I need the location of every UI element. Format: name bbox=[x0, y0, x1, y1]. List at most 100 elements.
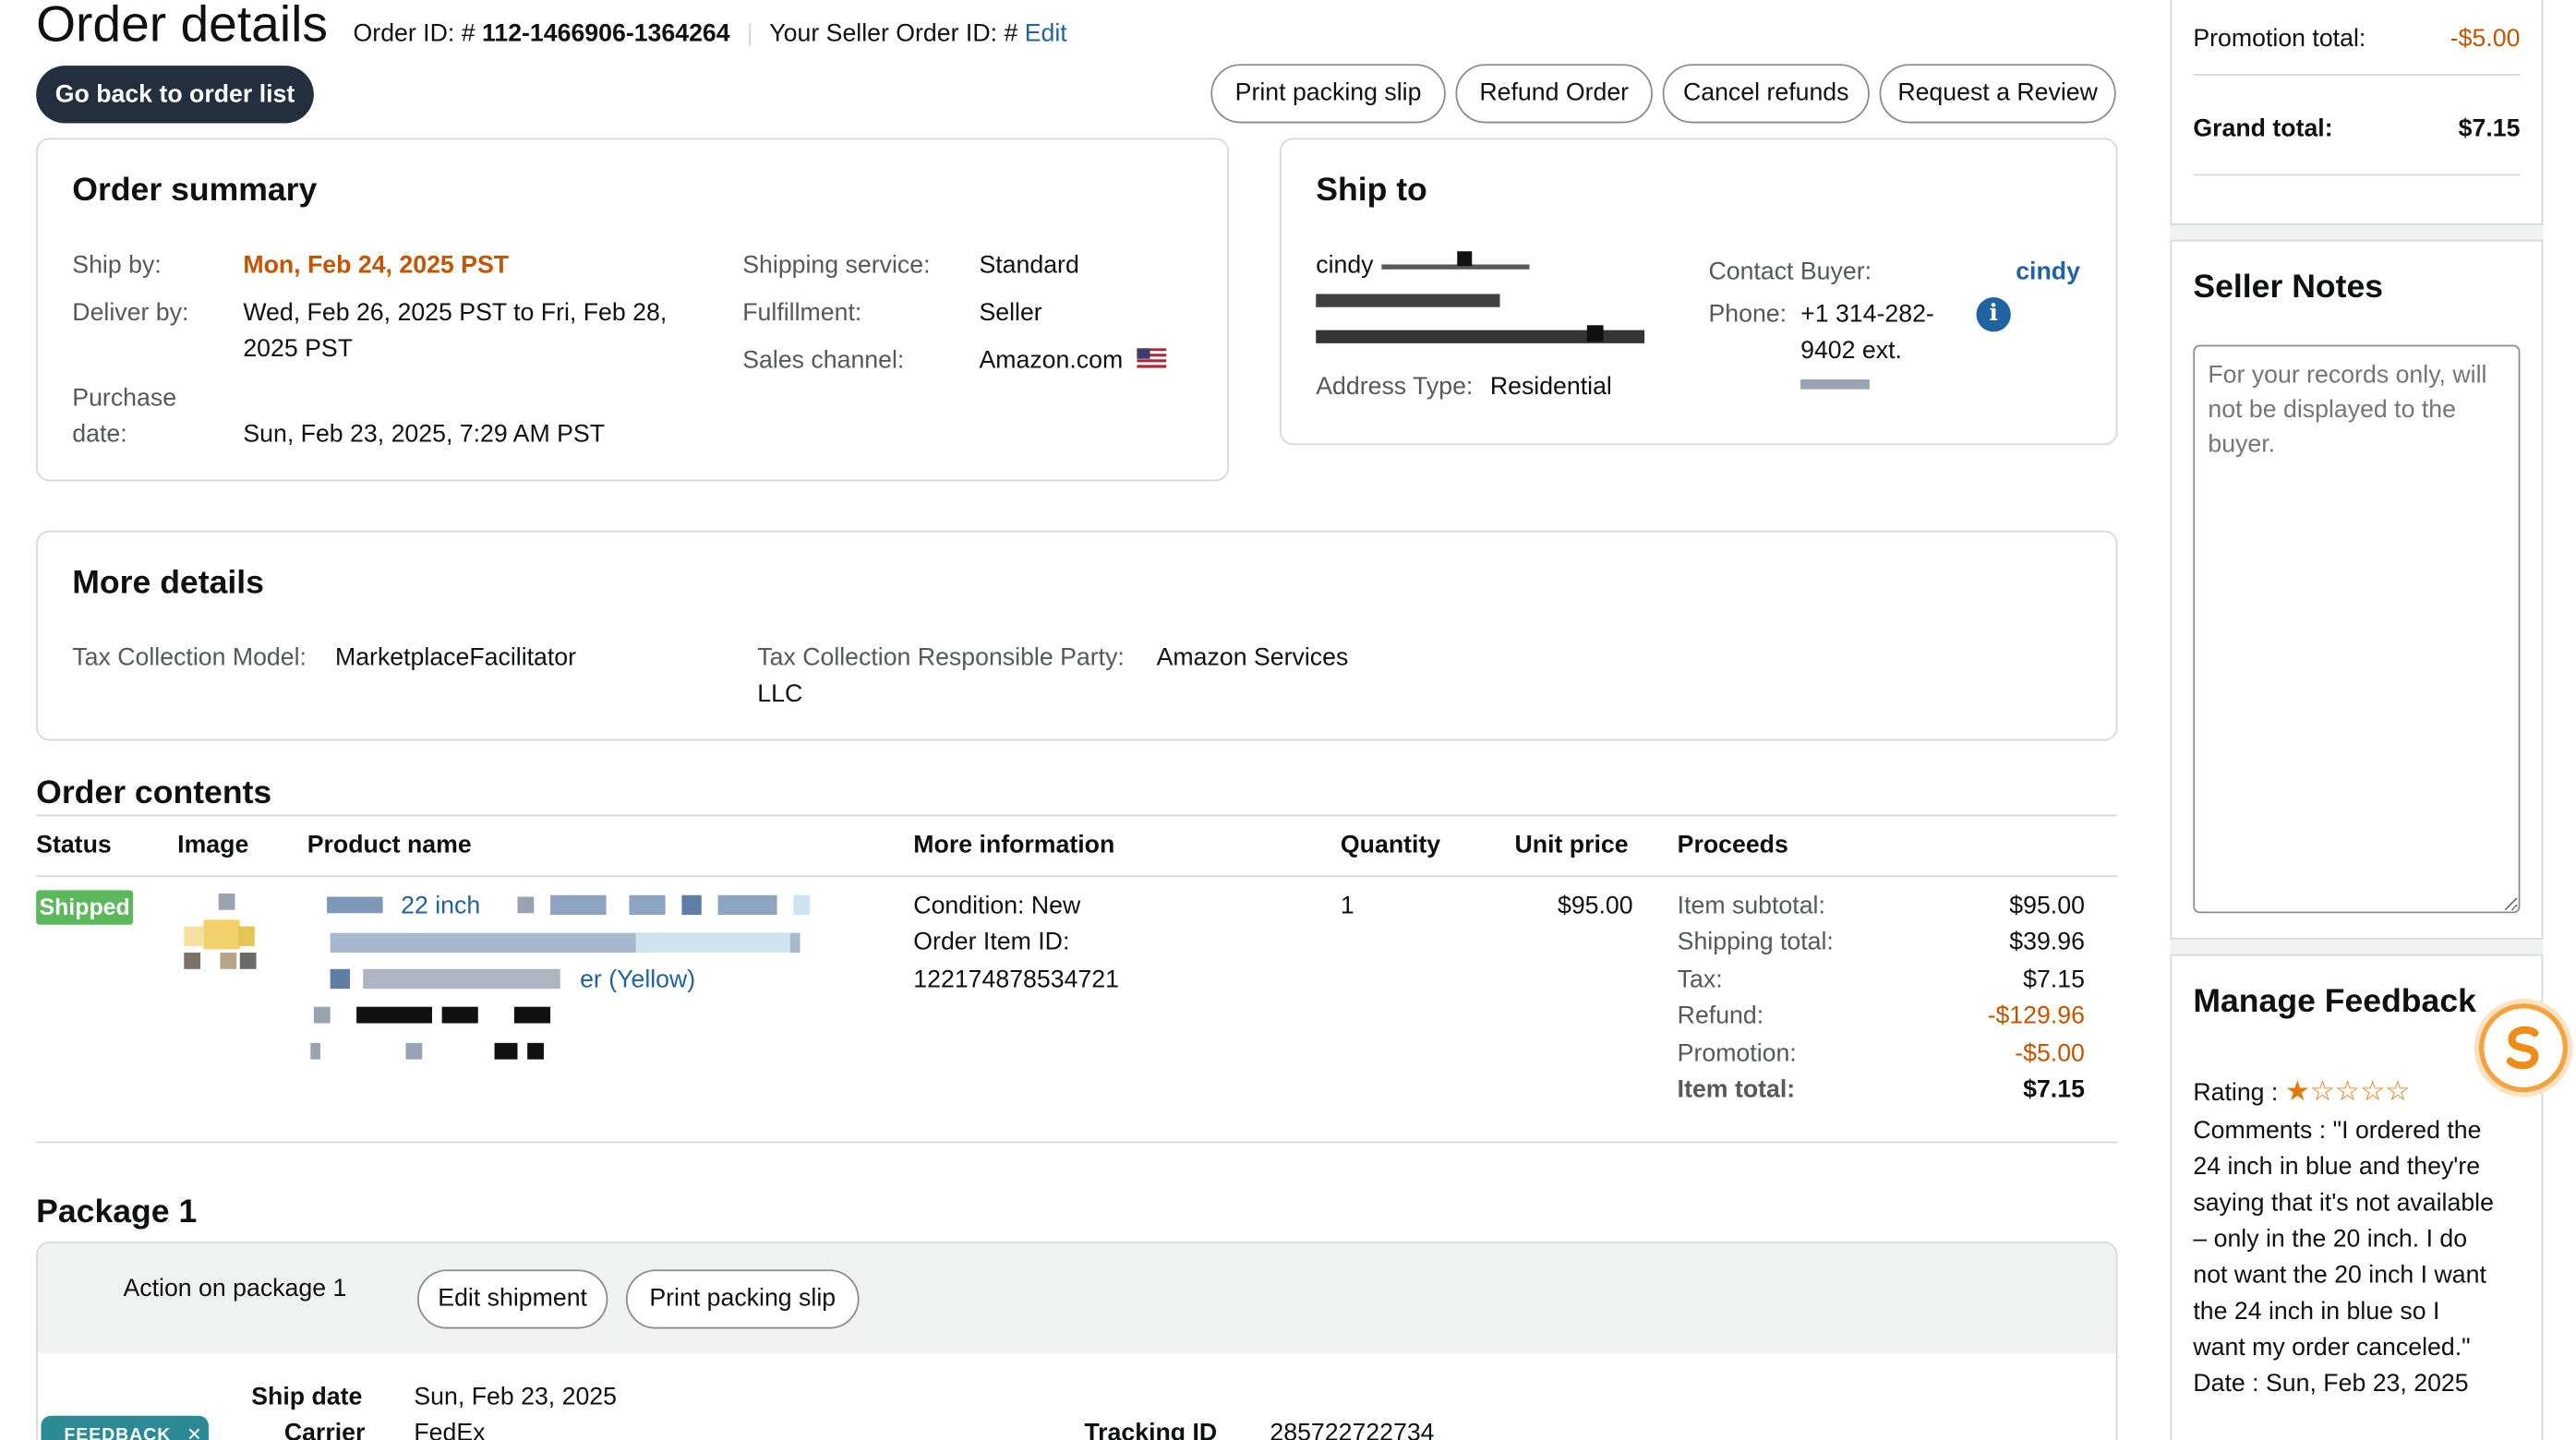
ship-date-value: Sun, Feb 23, 2025 bbox=[414, 1383, 618, 1411]
tax-party-value-1: Amazon Services bbox=[1156, 643, 1349, 672]
order-item-id: 122174878534721 bbox=[913, 966, 1119, 994]
carrier-value: FedEx bbox=[414, 1419, 486, 1440]
cancel-refunds-button[interactable]: Cancel refunds bbox=[1662, 64, 1870, 124]
contact-buyer-link[interactable]: cindy bbox=[2016, 255, 2080, 291]
package-print-slip-button[interactable]: Print packing slip bbox=[625, 1269, 860, 1329]
grand-total-label: Grand total: bbox=[2193, 114, 2333, 143]
seller-order-label: Your Seller Order ID: # bbox=[769, 19, 1018, 48]
contact-buyer-label: Contact Buyer: bbox=[1708, 258, 1872, 286]
go-back-button[interactable]: Go back to order list bbox=[36, 66, 314, 124]
proceeds-value: -$5.00 bbox=[2015, 1039, 2085, 1068]
deliver-by-value-2: 2025 PST bbox=[243, 334, 354, 364]
ship-date-label: Ship date bbox=[251, 1383, 363, 1411]
divider bbox=[36, 875, 2118, 878]
rating-label: Rating : bbox=[2193, 1079, 2279, 1108]
feedback-tab[interactable]: FEEDBACK ✕ bbox=[41, 1415, 209, 1440]
comment-line: saying that it's not available bbox=[2193, 1189, 2494, 1218]
us-flag-icon bbox=[1137, 348, 1167, 368]
comment-line: Comments : "I ordered the bbox=[2193, 1116, 2482, 1146]
col-more-information: More information bbox=[913, 831, 1115, 859]
condition-text: Condition: New bbox=[913, 892, 1081, 920]
col-proceeds: Proceeds bbox=[1677, 831, 1788, 859]
redacted-street bbox=[1316, 294, 1500, 307]
order-id-line: Order ID: # 112-1466906-1364264 | Your S… bbox=[354, 17, 1067, 53]
product-image[interactable] bbox=[181, 890, 259, 972]
divider bbox=[36, 1141, 2118, 1144]
purchase-date-label-1: Purchase bbox=[72, 384, 177, 413]
info-icon[interactable]: i bbox=[1976, 297, 2011, 332]
order-item-label: Order Item ID: bbox=[913, 928, 1070, 956]
redacted-phone-ext bbox=[1800, 379, 1870, 390]
ship-to-name: cindy bbox=[1316, 251, 1374, 280]
col-unit-price: Unit price bbox=[1514, 831, 1629, 859]
order-summary-heading: Order summary bbox=[72, 172, 318, 209]
promotion-total-label: Promotion total: bbox=[2193, 24, 2366, 53]
manage-feedback-heading: Manage Feedback bbox=[2193, 983, 2476, 1020]
promotion-total-value: -$5.00 bbox=[2450, 24, 2521, 53]
comment-line: want my order canceled." bbox=[2193, 1333, 2471, 1362]
ship-to-heading: Ship to bbox=[1316, 172, 1427, 209]
product-name-visible-2: er (Yellow) bbox=[580, 966, 696, 994]
feedback-date: Date : Sun, Feb 23, 2025 bbox=[2193, 1369, 2469, 1398]
rating-row: Rating : ★☆☆☆☆ bbox=[2193, 1075, 2410, 1111]
star-empty-icon: ☆ bbox=[2335, 1075, 2361, 1108]
feedback-tab-label: FEEDBACK bbox=[64, 1425, 172, 1440]
panel-separator bbox=[2170, 937, 2544, 956]
print-packing-slip-button[interactable]: Print packing slip bbox=[1210, 64, 1446, 124]
carrier-label: Carrier bbox=[283, 1419, 366, 1440]
refund-order-button[interactable]: Refund Order bbox=[1455, 64, 1653, 124]
ship-by-value: Mon, Feb 24, 2025 PST bbox=[243, 251, 510, 280]
ship-by-label: Ship by: bbox=[72, 251, 162, 280]
shipping-service-label: Shipping service: bbox=[742, 251, 931, 280]
tax-model-value: MarketplaceFacilitator bbox=[334, 643, 577, 672]
phone-value-2: 9402 ext. bbox=[1800, 336, 1902, 366]
package-action-bar bbox=[37, 1242, 2116, 1354]
sales-channel-label: Sales channel: bbox=[742, 346, 905, 375]
comment-line: the 24 inch in blue so I bbox=[2193, 1297, 2440, 1326]
col-product-name: Product name bbox=[307, 831, 472, 859]
product-name-visible-1: 22 inch bbox=[401, 892, 481, 920]
edit-seller-order-link[interactable]: Edit bbox=[1025, 19, 1067, 47]
panel-separator bbox=[2170, 222, 2544, 242]
feedback-comments: Comments : "I ordered the 24 inch in blu… bbox=[2193, 1113, 2530, 1402]
close-icon[interactable]: ✕ bbox=[187, 1425, 202, 1440]
unit-price-value: $95.00 bbox=[1557, 892, 1633, 920]
fulfillment-label: Fulfillment: bbox=[742, 298, 862, 328]
comment-line: not want the 20 inch I want bbox=[2193, 1261, 2486, 1290]
proceeds-label: Item subtotal: bbox=[1677, 892, 1825, 920]
seller-notes-textarea[interactable] bbox=[2193, 344, 2521, 914]
purchase-date-value: Sun, Feb 23, 2025, 7:29 AM PST bbox=[243, 420, 606, 449]
quantity-value: 1 bbox=[1340, 892, 1354, 920]
phone-value-1: +1 314-282- bbox=[1800, 300, 1934, 329]
tracking-id-label: Tracking ID bbox=[1084, 1419, 1218, 1440]
proceeds-value: $7.15 bbox=[2023, 1075, 2085, 1104]
star-filled-icon: ★ bbox=[2284, 1075, 2310, 1108]
rating-stars: ★☆☆☆☆ bbox=[2285, 1075, 2411, 1107]
proceeds-label: Promotion: bbox=[1677, 1039, 1797, 1068]
divider bbox=[2193, 74, 2521, 76]
redacted-square bbox=[1457, 251, 1473, 267]
proceeds-label: Tax: bbox=[1677, 966, 1723, 994]
col-quantity: Quantity bbox=[1340, 831, 1441, 859]
divider: | bbox=[746, 19, 753, 48]
order-summary-card: Order summary Ship by: Mon, Feb 24, 2025… bbox=[36, 138, 1229, 482]
tax-model-label: Tax Collection Model: bbox=[72, 643, 307, 672]
order-id-value: 112-1466906-1364264 bbox=[481, 19, 730, 48]
divider bbox=[36, 814, 2118, 817]
phone-label: Phone: bbox=[1708, 300, 1788, 329]
star-empty-icon: ☆ bbox=[2360, 1075, 2386, 1108]
package-heading: Package 1 bbox=[36, 1194, 198, 1230]
request-review-button[interactable]: Request a Review bbox=[1879, 64, 2116, 124]
proceeds-label: Shipping total: bbox=[1677, 928, 1834, 956]
deliver-by-label: Deliver by: bbox=[72, 298, 189, 328]
edit-shipment-button[interactable]: Edit shipment bbox=[416, 1269, 608, 1329]
address-type-value: Residential bbox=[1489, 372, 1612, 402]
floating-helper-icon[interactable] bbox=[2478, 1003, 2569, 1093]
status-badge: Shipped bbox=[36, 890, 134, 925]
comment-line: – only in the 20 inch. I do bbox=[2193, 1225, 2468, 1254]
address-type-label: Address Type: bbox=[1316, 372, 1474, 402]
deliver-by-value-1: Wed, Feb 26, 2025 PST to Fri, Feb 28, bbox=[243, 298, 668, 328]
proceeds-value: -$129.96 bbox=[1987, 1002, 2085, 1030]
proceeds-value: $7.15 bbox=[2023, 966, 2085, 994]
product-name-link[interactable]: 22 inch er (Yellow) bbox=[307, 887, 817, 1068]
